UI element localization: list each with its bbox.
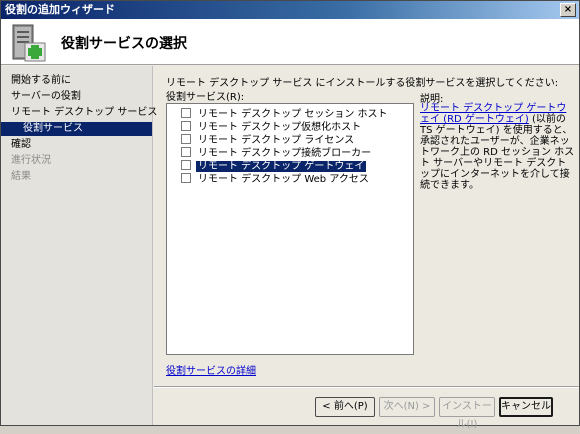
- nav-step-results: 結果: [11, 171, 31, 182]
- window-title: 役割の追加ウィザード: [5, 3, 115, 16]
- install-button[interactable]: インストール(I): [439, 397, 495, 430]
- list-item[interactable]: リモート デスクトップ接続ブローカー: [181, 147, 373, 160]
- service-checkbox[interactable]: [181, 134, 191, 144]
- nav-step-confirmation[interactable]: 確認: [11, 138, 31, 152]
- description-text: (以前の TS ゲートウェイ) を使用すると、承認されたユーザーが、企業ネットワ…: [420, 114, 575, 191]
- title-bar[interactable]: 役割の追加ウィザード ×: [1, 1, 579, 19]
- list-item[interactable]: リモート デスクトップ仮想化ホスト: [181, 121, 363, 134]
- service-label: リモート デスクトップ ゲートウェイ: [196, 161, 367, 172]
- nav-step-before-you-begin[interactable]: 開始する前に: [11, 74, 71, 88]
- list-item[interactable]: リモート デスクトップ セッション ホスト: [181, 108, 390, 121]
- nav-step-remote-desktop-services[interactable]: リモート デスクトップ サービス: [11, 106, 157, 120]
- list-item[interactable]: リモート デスクトップ ゲートウェイ: [181, 160, 367, 173]
- footer-separator: [154, 386, 579, 388]
- service-label: リモート デスクトップ セッション ホスト: [198, 109, 388, 120]
- service-checkbox[interactable]: [181, 108, 191, 118]
- role-services-details-link[interactable]: 役割サービスの詳細: [166, 362, 256, 377]
- nav-step-role-services[interactable]: 役割サービス: [1, 122, 152, 136]
- role-services-label: 役割サービス(R):: [166, 92, 245, 103]
- service-label: リモート デスクトップ接続ブローカー: [198, 148, 372, 159]
- instruction-text: リモート デスクトップ サービス にインストールする役割サービスを選択してくださ…: [166, 78, 559, 89]
- service-checkbox[interactable]: [181, 173, 191, 183]
- back-button[interactable]: < 前へ(P): [315, 397, 375, 417]
- description-panel: リモート デスクトップ ゲートウェイ (RD ゲートウェイ) (以前の TS ゲ…: [420, 103, 576, 191]
- wizard-header: 役割サービスの選択: [1, 19, 579, 65]
- service-label: リモート デスクトップ ライセンス: [198, 135, 355, 146]
- service-label: リモート デスクトップ Web アクセス: [198, 174, 369, 185]
- role-services-list[interactable]: リモート デスクトップ セッション ホスト リモート デスクトップ仮想化ホスト …: [166, 103, 414, 355]
- service-checkbox[interactable]: [181, 160, 191, 170]
- page-title: 役割サービスの選択: [61, 36, 187, 52]
- list-item[interactable]: リモート デスクトップ Web アクセス: [181, 173, 371, 186]
- nav-step-server-roles[interactable]: サーバーの役割: [11, 90, 81, 104]
- server-add-icon: [12, 24, 46, 62]
- service-checkbox[interactable]: [181, 147, 191, 157]
- main-content: リモート デスクトップ サービス にインストールする役割サービスを選択してくださ…: [154, 66, 579, 386]
- service-label: リモート デスクトップ仮想化ホスト: [198, 122, 362, 133]
- list-item[interactable]: リモート デスクトップ ライセンス: [181, 134, 356, 147]
- add-roles-wizard-window: 役割の追加ウィザード × 役割サービスの選択 開始する前に サーバーの役割 リモ…: [0, 0, 580, 430]
- next-button[interactable]: 次へ(N) >: [379, 397, 435, 417]
- wizard-step-nav: 開始する前に サーバーの役割 リモート デスクトップ サービス 役割サービス 確…: [1, 66, 157, 425]
- cancel-button[interactable]: キャンセル: [499, 397, 553, 417]
- nav-step-progress: 進行状況: [11, 155, 51, 166]
- close-button[interactable]: ×: [560, 3, 576, 17]
- service-checkbox[interactable]: [181, 121, 191, 131]
